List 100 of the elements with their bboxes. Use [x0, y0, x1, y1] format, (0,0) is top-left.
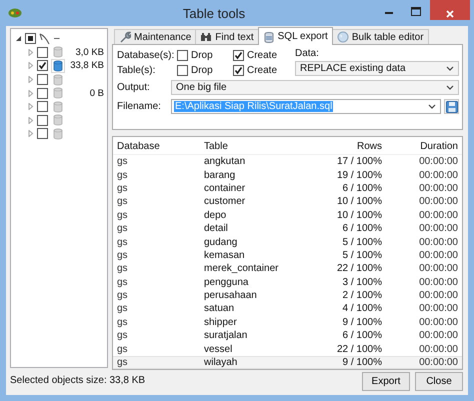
table-cell-text: gs [116, 303, 129, 314]
table-cell-text: 00:00:00 [418, 344, 459, 355]
table-cell-text: 00:00:00 [418, 210, 459, 221]
maximize-icon [411, 7, 421, 16]
table-cell-text: 00:00:00 [418, 182, 459, 194]
app-icon [8, 8, 22, 18]
tree-item-label[interactable]: – [54, 33, 60, 44]
table-cell-text: 00:00:00 [418, 316, 459, 328]
data-dropdown[interactable]: REPLACE existing data [295, 61, 459, 76]
table-cell-text: 3 / 100% [342, 276, 383, 288]
table-row[interactable]: gs perusahaan 2 / 100% 00:00:00 [113, 288, 462, 302]
size-label: 0 B [88, 88, 105, 99]
table-row[interactable]: gs suratjalan 6 / 100% 00:00:00 [113, 329, 462, 342]
table-cell-text: 00:00:00 [418, 223, 459, 234]
table-cell-text: gs [116, 250, 129, 261]
close-button[interactable] [430, 0, 470, 20]
data-label: Data: [295, 48, 320, 60]
checkbox-label[interactable]: Drop [191, 50, 213, 60]
table-cell-text: 00:00:00 [418, 357, 459, 368]
table-cell-text: gs [116, 276, 129, 288]
table-cell-text: 00:00:00 [418, 156, 459, 168]
table-cell-text: gs [116, 223, 129, 234]
checkbox[interactable] [37, 101, 48, 112]
table-cell-text: angkutan [203, 156, 246, 168]
checkbox[interactable] [25, 33, 36, 44]
minimize-icon [385, 12, 393, 14]
checkbox-label[interactable]: Drop [191, 64, 213, 76]
table-row[interactable]: gs shipper 9 / 100% 00:00:00 [113, 316, 462, 330]
table-cell-text: 2 / 100% [342, 290, 383, 302]
table-cell-text: kemasan [203, 250, 246, 261]
checkbox[interactable] [37, 128, 48, 140]
save-button[interactable] [444, 99, 459, 114]
table-row[interactable]: gs barang 19 / 100% 00:00:00 [113, 168, 462, 182]
table-cell-text: pengguna [203, 276, 250, 288]
checkbox[interactable] [177, 50, 188, 60]
close-icon [445, 8, 455, 18]
table-cell-text: 17 / 100% [336, 156, 383, 168]
globe-icon [336, 31, 349, 43]
table-cell-text: barang [203, 170, 236, 181]
wrench-icon [119, 31, 131, 43]
table-row[interactable]: gs angkutan 17 / 100% 00:00:00 [113, 155, 462, 168]
table-cell-text: gs [116, 316, 129, 328]
export-button[interactable]: Export [362, 372, 410, 390]
table-row[interactable]: gs kemasan 5 / 100% 00:00:00 [113, 248, 462, 262]
table-row[interactable]: gs customer 10 / 100% 00:00:00 [113, 195, 462, 209]
checkbox[interactable] [37, 88, 48, 99]
column-header[interactable]: Rows [298, 141, 386, 152]
table-cell-text: 22 / 100% [336, 344, 383, 355]
checkbox-label[interactable]: Create [247, 64, 278, 76]
table-cell-text: gs [116, 357, 129, 368]
size-label: 3,0 KB [74, 46, 105, 58]
checkbox[interactable] [37, 114, 48, 126]
table-cell-text: shipper [203, 316, 238, 328]
tab[interactable]: Maintenance [114, 29, 196, 44]
table-row[interactable]: gs satuan 4 / 100% 00:00:00 [113, 302, 462, 316]
table-cell-text: suratjalan [203, 330, 248, 342]
option-label: Database(s): [117, 50, 171, 60]
checkbox[interactable] [233, 64, 244, 76]
filename-label: Filename: [117, 101, 162, 112]
status-text: Selected objects size: 33,8 KB [10, 374, 146, 386]
table-cell-text: merek_container [203, 263, 280, 274]
table-cell-text: 9 / 100% [342, 316, 383, 328]
column-header[interactable]: Duration [386, 141, 462, 152]
close-button[interactable]: Close [415, 372, 463, 390]
table-cell-text: gs [116, 170, 129, 181]
checkbox[interactable] [37, 46, 48, 58]
checkbox[interactable] [37, 74, 48, 86]
tab[interactable]: Bulk table editor [332, 29, 429, 44]
table-cell-text: gs [116, 156, 129, 168]
table-row[interactable]: gs pengguna 3 / 100% 00:00:00 [113, 276, 462, 289]
checkbox[interactable] [177, 64, 188, 76]
binoculars-icon [200, 31, 212, 43]
output-label: Output: [117, 82, 151, 93]
table-row[interactable]: gs gudang 5 / 100% 00:00:00 [113, 235, 462, 249]
table-cell-text: 00:00:00 [418, 290, 459, 302]
checkbox[interactable] [233, 50, 244, 60]
size-label: 33,8 KB [69, 60, 105, 72]
table-cell-text: gs [116, 344, 129, 355]
checkbox-label[interactable]: Create [247, 50, 278, 60]
table-cell-text: 22 / 100% [336, 263, 383, 274]
table-row[interactable]: gs wilayah 9 / 100% 00:00:00 [113, 356, 462, 370]
option-label: Table(s): [117, 64, 156, 76]
output-dropdown[interactable]: One big file [171, 80, 459, 95]
table-row[interactable]: gs container 6 / 100% 00:00:00 [113, 182, 462, 196]
table-cell-text: customer [203, 196, 246, 208]
column-header[interactable]: Database [113, 141, 200, 152]
table-cell-text: satuan [203, 303, 236, 314]
table-row[interactable]: gs vessel 22 / 100% 00:00:00 [113, 342, 462, 356]
table-row[interactable]: gs depo 10 / 100% 00:00:00 [113, 208, 462, 222]
checkbox[interactable] [37, 60, 48, 72]
column-header[interactable]: Table [200, 141, 298, 152]
tab[interactable]: SQL export [258, 27, 333, 45]
table-cell-text: gs [116, 236, 129, 248]
table-row[interactable]: gs detail 6 / 100% 00:00:00 [113, 222, 462, 236]
table-cell-text: 9 / 100% [342, 357, 383, 368]
table-row[interactable]: gs merek_container 22 / 100% 00:00:00 [113, 262, 462, 276]
tab[interactable]: Find text [195, 29, 259, 44]
table-cell-text: 00:00:00 [418, 250, 459, 261]
table-cell-text: gs [116, 196, 129, 208]
chevron-down-icon [428, 104, 436, 109]
